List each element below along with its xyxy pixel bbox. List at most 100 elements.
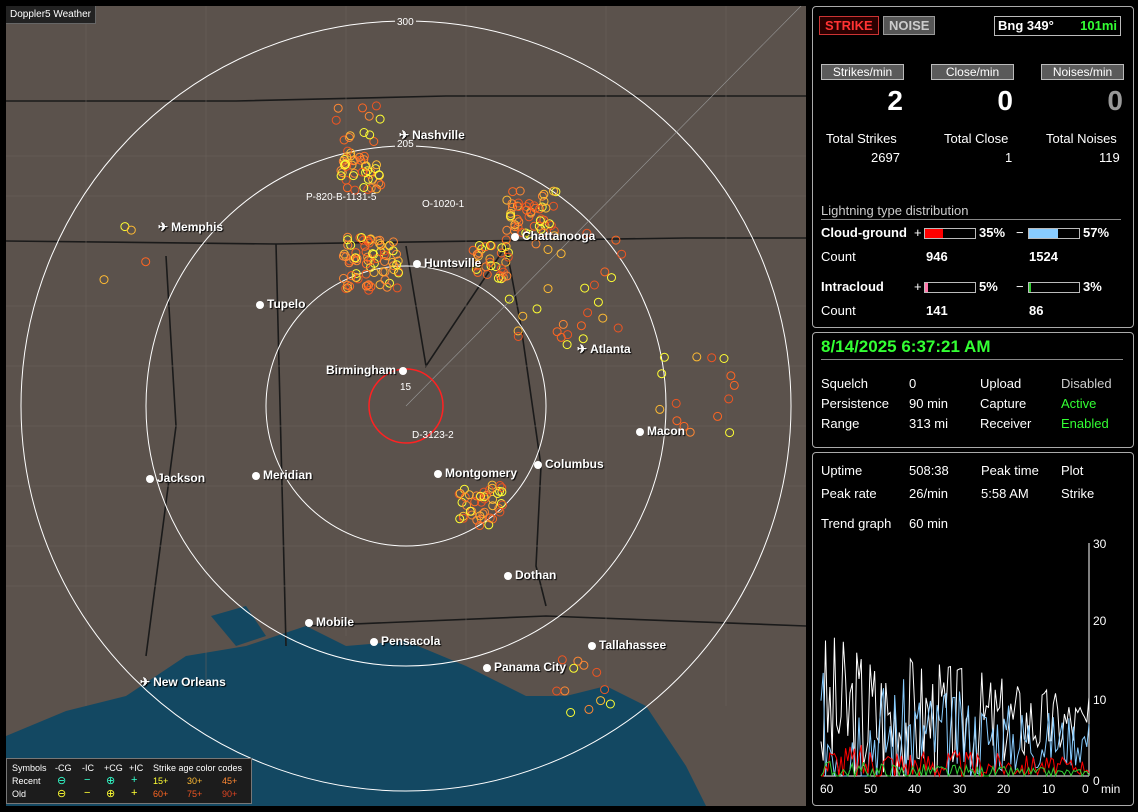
noise-label: D-3123-2 <box>412 430 454 441</box>
strike-marker <box>392 283 402 293</box>
strike-marker <box>719 354 729 363</box>
strike-marker <box>549 201 558 211</box>
age-code: 15+ <box>153 776 169 786</box>
strike-marker <box>655 404 665 414</box>
strike-marker <box>657 369 667 379</box>
strike-marker <box>569 663 579 673</box>
strike-marker <box>552 686 562 696</box>
upload-value[interactable]: Disabled <box>1061 376 1112 391</box>
bearing-readout: Bng 349° 101mi <box>994 16 1121 36</box>
distance-value: 101mi <box>1080 18 1117 33</box>
pos-cg-symbol-icon: ⊕ <box>106 775 116 787</box>
neg-ic-symbol-icon: − <box>84 774 91 786</box>
legend-header: -IC <box>82 763 94 773</box>
strike-marker <box>141 257 151 267</box>
age-code: 45+ <box>222 776 238 786</box>
city-macon: Macon <box>636 424 685 438</box>
strike-marker <box>607 273 616 283</box>
cg-pos-pct: 35% <box>979 225 1006 240</box>
total-strikes-label: Total Strikes <box>826 131 897 146</box>
strike-marker <box>513 332 523 341</box>
age-code: 60+ <box>153 789 169 799</box>
strike-marker <box>685 427 695 437</box>
strike-marker <box>573 656 583 666</box>
city-columbus: Columbus <box>534 457 604 471</box>
city-montgomery: Montgomery <box>434 466 517 480</box>
divider <box>821 359 1123 360</box>
strikes-per-min-button[interactable]: Strikes/min <box>821 64 904 80</box>
total-noises-label: Total Noises <box>1046 131 1117 146</box>
city-birmingham: Birmingham <box>326 363 410 377</box>
strike-marker <box>726 371 736 381</box>
uptime-label: Uptime <box>821 463 863 478</box>
cg-pos-count: 946 <box>926 249 948 264</box>
age-code: 30+ <box>187 776 203 786</box>
strike-marker <box>380 267 390 277</box>
plot-label: Plot <box>1061 463 1084 478</box>
y-tick: 10 <box>1093 693 1107 707</box>
trend-graph-label: Trend graph <box>821 516 892 531</box>
plot-mode-value[interactable]: Strike <box>1061 486 1094 501</box>
symbol-legend: Symbols -CG -IC +CG +IC Strike age color… <box>6 758 252 804</box>
trend-window-value[interactable]: 60 min <box>909 516 948 531</box>
squelch-value[interactable]: 0 <box>909 376 916 391</box>
city-atlanta: ✈ Atlanta <box>577 342 631 356</box>
receiver-value[interactable]: Enabled <box>1061 416 1109 431</box>
x-tick: 20 <box>997 782 1011 796</box>
noises-per-min-value: 0 <box>1107 85 1123 116</box>
strike-marker <box>543 284 553 294</box>
strike-marker <box>375 114 385 124</box>
strike-marker <box>671 398 681 408</box>
x-tick: 30 <box>953 782 967 796</box>
stats-panel: STRIKE NOISE Bng 349° 101mi Strikes/min … <box>812 6 1134 328</box>
map-canvas <box>6 6 806 806</box>
plus-sign: + <box>914 225 922 240</box>
noise-button[interactable]: NOISE <box>883 16 936 35</box>
x-tick: 60 <box>820 782 834 796</box>
strike-button[interactable]: STRIKE <box>819 16 879 35</box>
range-label: Range <box>821 416 860 431</box>
minus-sign: − <box>1016 225 1024 240</box>
strike-marker <box>725 428 735 438</box>
receiver-label: Receiver <box>980 416 1032 431</box>
city-nashville: ✈ Nashville <box>399 128 465 142</box>
total-strikes-value: 2697 <box>871 150 900 165</box>
noises-per-min-button[interactable]: Noises/min <box>1041 64 1124 80</box>
squelch-label: Squelch <box>821 376 868 391</box>
strike-marker <box>560 686 570 696</box>
plus-sign: + <box>914 279 922 294</box>
total-noises-value: 119 <box>1099 150 1120 165</box>
neg-ic-symbol-icon: − <box>84 787 91 799</box>
strike-map[interactable]: Doppler5 Weather 300 205 15 P-820-B-1131… <box>6 6 806 806</box>
strike-marker <box>617 249 627 259</box>
cg-neg-count: 1524 <box>1029 249 1058 264</box>
city-memphis: ✈ Memphis <box>158 220 224 234</box>
close-per-min-button[interactable]: Close/min <box>931 64 1014 80</box>
city-pensacola: Pensacola <box>370 634 440 648</box>
persistence-value[interactable]: 90 min <box>909 396 948 411</box>
ic-neg-count: 86 <box>1029 303 1044 318</box>
city-mobile: Mobile <box>305 615 354 629</box>
y-tick: 0 <box>1093 774 1100 788</box>
legend-age-title: Strike age color codes <box>153 763 243 773</box>
strike-marker <box>364 111 374 121</box>
ic-pos-pct: 5% <box>979 279 998 294</box>
trend-panel: Uptime 508:38 Peak time Plot Peak rate 2… <box>812 452 1134 806</box>
strike-marker <box>358 103 367 113</box>
age-code: 75+ <box>187 789 203 799</box>
persistence-label: Persistence <box>821 396 889 411</box>
strike-marker <box>556 332 566 342</box>
neg-cg-symbol-icon: ⊖ <box>57 788 67 800</box>
city-new-orleans: ✈ New Orleans <box>140 675 226 689</box>
capture-value[interactable]: Active <box>1061 396 1096 411</box>
strike-marker <box>580 283 590 293</box>
legend-header: +CG <box>104 763 123 773</box>
bearing-value: Bng 349° <box>998 18 1054 33</box>
cg-neg-pct: 57% <box>1083 225 1110 240</box>
range-value[interactable]: 313 mi <box>909 416 948 431</box>
strike-marker <box>504 294 514 304</box>
trend-trace <box>820 672 1090 777</box>
strike-marker <box>692 352 702 362</box>
pos-ic-symbol-icon: + <box>131 787 138 799</box>
strike-marker <box>342 183 352 193</box>
